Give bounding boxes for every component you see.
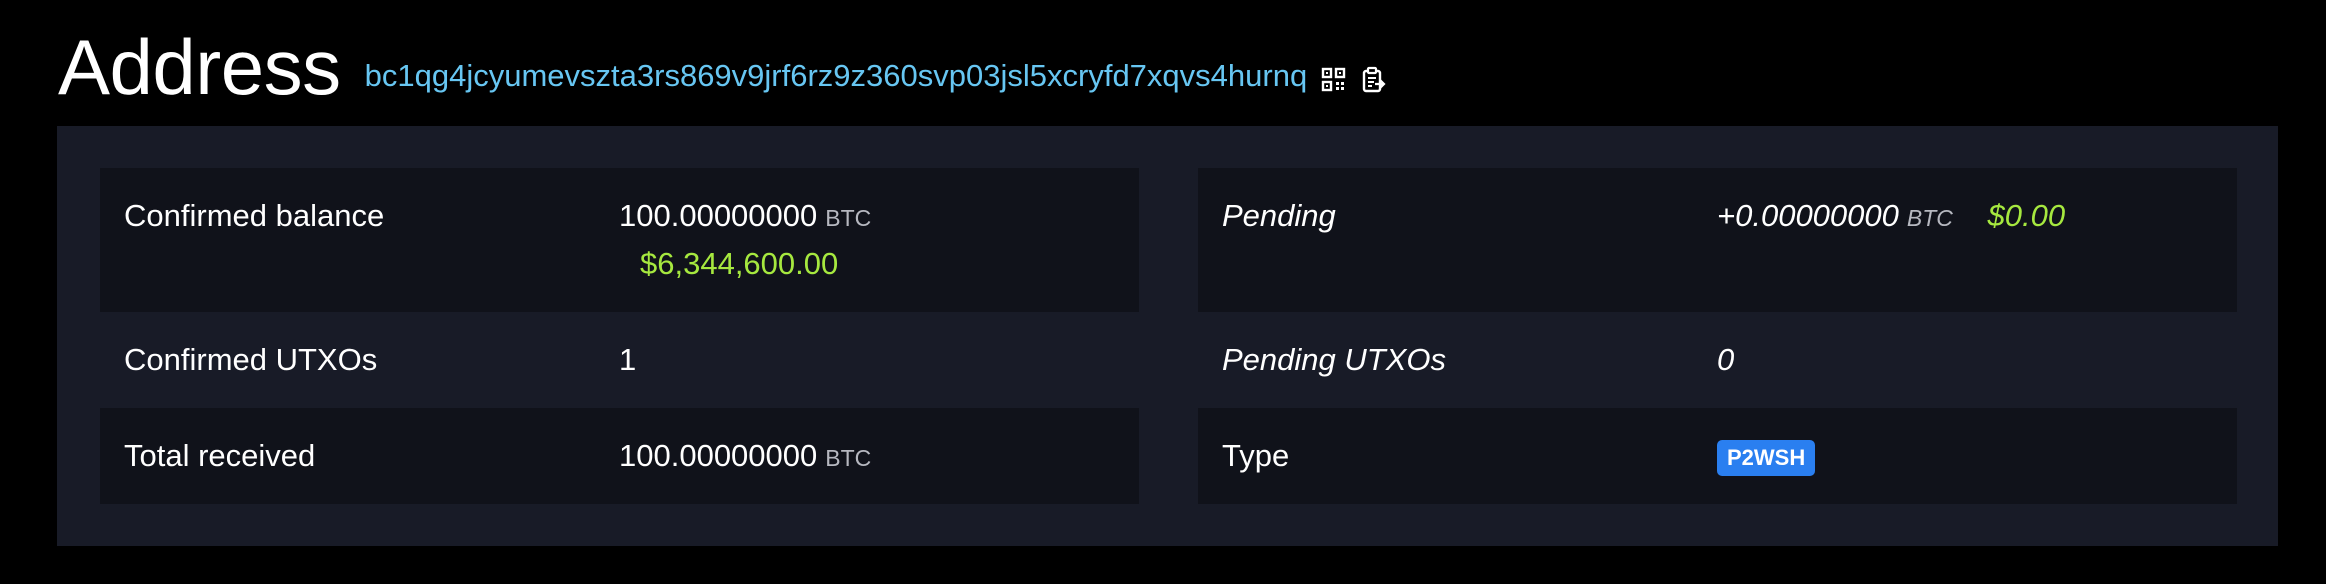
right-details-table: Pending +0.00000000 BTC $0.00 Pending UTX…: [1198, 168, 2237, 504]
pending-fiat: $0.00: [1987, 198, 2066, 233]
pending-unit: BTC: [1906, 205, 1953, 231]
total-received-amount: 100.00000000: [619, 438, 818, 473]
confirmed-utxos-value: 1: [619, 342, 637, 377]
confirmed-balance-label: Confirmed balance: [124, 198, 385, 233]
confirmed-utxos-label: Confirmed UTXOs: [124, 342, 378, 377]
confirmed-balance-fiat: $6,344,600.00: [640, 246, 839, 281]
pending-utxos-row: Pending UTXOs 0: [1198, 312, 2237, 408]
type-label: Type: [1222, 438, 1290, 473]
page-title: Address: [58, 23, 341, 111]
type-row: Type P2WSH: [1198, 408, 2237, 504]
qr-code-icon[interactable]: [1321, 66, 1347, 94]
confirmed-balance-row: Confirmed balance 100.00000000 BTC $6,344…: [100, 168, 1139, 312]
total-received-row: Total received 100.00000000 BTC: [100, 408, 1139, 504]
total-received-label: Total received: [124, 438, 316, 473]
total-received-unit: BTC: [825, 445, 872, 471]
address-page: Address bc1qg4jcyumevszta3rs869v9jrf6rz9…: [0, 0, 2326, 584]
pending-row: Pending +0.00000000 BTC $0.00: [1198, 168, 2237, 312]
pending-amount: +0.00000000: [1717, 198, 1899, 233]
address-summary-panel: Confirmed balance 100.00000000 BTC $6,344…: [57, 126, 2278, 546]
address-type-badge: P2WSH: [1717, 439, 1816, 476]
pending-utxos-label: Pending UTXOs: [1222, 342, 1446, 377]
address-hash[interactable]: bc1qg4jcyumevszta3rs869v9jrf6rz9z360svp0…: [365, 56, 1308, 96]
confirmed-utxos-row: Confirmed UTXOs 1: [100, 312, 1139, 408]
pending-label: Pending: [1222, 198, 1336, 233]
page-header: Address bc1qg4jcyumevszta3rs869v9jrf6rz9…: [58, 22, 1387, 112]
pending-value: +0.00000000 BTC $0.00: [1717, 168, 2065, 266]
confirmed-balance-unit: BTC: [825, 205, 872, 231]
total-received-value: 100.00000000 BTC: [619, 408, 871, 506]
type-value: P2WSH: [1717, 408, 1816, 504]
pending-utxos-value: 0: [1717, 342, 1735, 377]
confirmed-balance-amount: 100.00000000: [619, 198, 818, 233]
left-details-table: Confirmed balance 100.00000000 BTC $6,344…: [100, 168, 1139, 504]
clipboard-copy-icon[interactable]: [1361, 66, 1387, 94]
